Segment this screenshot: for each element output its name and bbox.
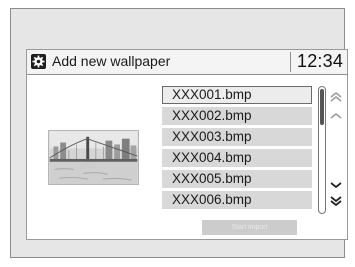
device-frame: Add new wallpaper 12:34 XXX001.bmp XXX00…	[10, 8, 348, 258]
file-item-6[interactable]: XXX006.bmp	[162, 191, 312, 209]
scrollbar[interactable]	[318, 86, 326, 214]
title-divider	[290, 52, 291, 72]
start-import-button[interactable]: Start import	[202, 220, 297, 235]
clock: 12:34	[297, 51, 344, 71]
wallpaper-preview	[48, 130, 139, 185]
double-chevron-down-icon[interactable]	[329, 194, 343, 208]
file-item-3[interactable]: XXX003.bmp	[162, 128, 312, 146]
file-item-2[interactable]: XXX002.bmp	[162, 107, 312, 125]
screen: Add new wallpaper 12:34 XXX001.bmp XXX00…	[26, 49, 348, 240]
file-item-5[interactable]: XXX005.bmp	[162, 170, 312, 188]
chevron-down-icon[interactable]	[329, 178, 343, 192]
chevron-up-icon[interactable]	[329, 109, 343, 123]
file-item-1[interactable]: XXX001.bmp	[162, 86, 312, 104]
double-chevron-up-icon[interactable]	[329, 90, 343, 104]
title-bar: Add new wallpaper 12:34	[27, 50, 347, 75]
scrollbar-thumb[interactable]	[320, 89, 324, 125]
file-item-4[interactable]: XXX004.bmp	[162, 149, 312, 167]
page-title: Add new wallpaper	[52, 53, 171, 69]
gear-icon	[31, 54, 46, 69]
